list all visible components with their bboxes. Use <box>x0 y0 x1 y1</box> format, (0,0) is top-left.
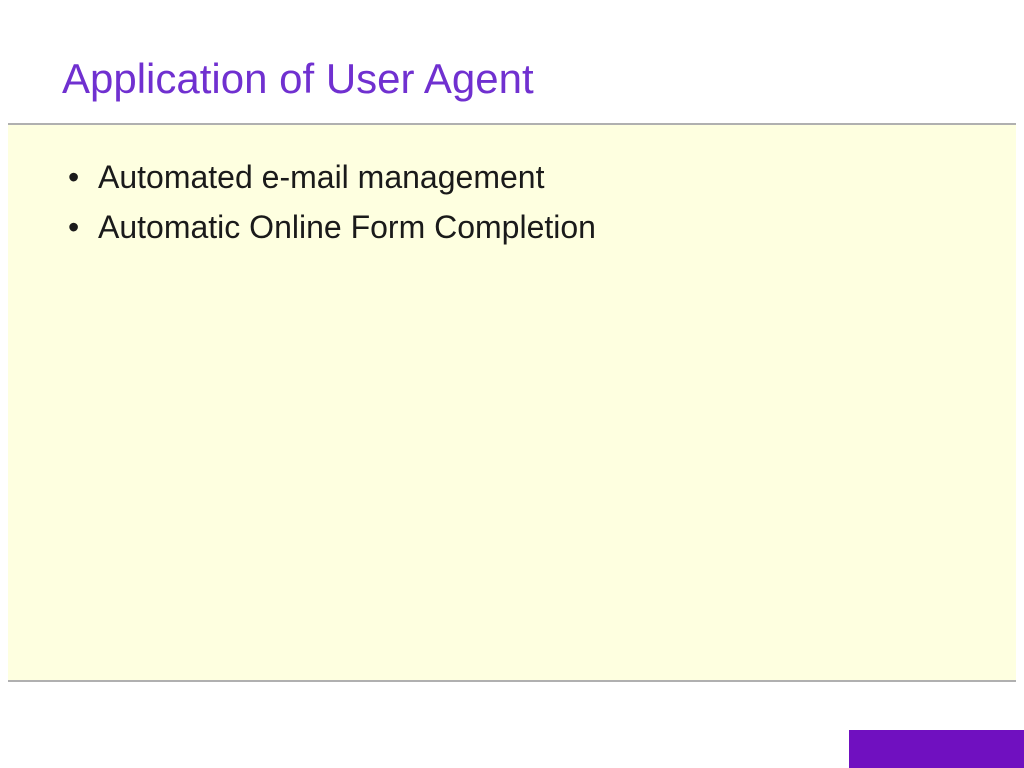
list-item: Automatic Online Form Completion <box>58 203 986 251</box>
content-area: Automated e-mail management Automatic On… <box>8 125 1016 680</box>
slide-title: Application of User Agent <box>0 0 1024 123</box>
footer-accent <box>849 730 1024 768</box>
bullet-list: Automated e-mail management Automatic On… <box>58 153 986 251</box>
list-item: Automated e-mail management <box>58 153 986 201</box>
bottom-divider <box>8 680 1016 682</box>
